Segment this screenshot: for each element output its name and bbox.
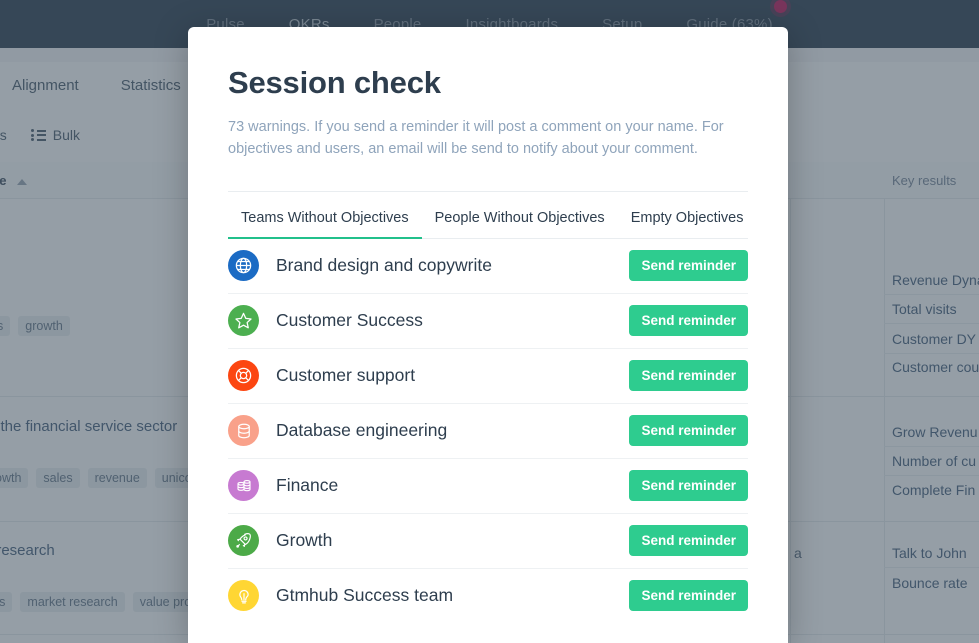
send-reminder-button[interactable]: Send reminder — [629, 415, 748, 446]
session-check-modal: Session check 73 warnings. If you send a… — [188, 27, 788, 643]
life-ring-icon — [228, 360, 259, 391]
team-name: Customer Success — [276, 310, 423, 330]
list-item: Growth Send reminder — [228, 514, 748, 569]
tab-empty-objectives[interactable]: Empty Objectives — [618, 192, 757, 238]
team-name: Growth — [276, 530, 333, 550]
list-item: Gtmhub Success team Send reminder — [228, 569, 748, 623]
team-name: Gtmhub Success team — [276, 585, 454, 605]
rocket-icon — [228, 525, 259, 556]
team-name: Finance — [276, 475, 339, 495]
list-item: Customer support Send reminder — [228, 349, 748, 404]
list-item: Customer Success Send reminder — [228, 294, 748, 349]
teams-list: Brand design and copywrite Send reminder… — [228, 239, 748, 623]
list-item: Database engineering Send reminder — [228, 404, 748, 459]
team-name: Brand design and copywrite — [276, 255, 492, 275]
send-reminder-button[interactable]: Send reminder — [629, 525, 748, 556]
team-name: Database engineering — [276, 420, 448, 440]
modal-title: Session check — [228, 65, 441, 100]
send-reminder-button[interactable]: Send reminder — [629, 250, 748, 281]
modal-tabs: Teams Without Objectives People Without … — [228, 192, 748, 239]
list-item: Finance Send reminder — [228, 459, 748, 514]
star-icon — [228, 305, 259, 336]
tab-teams-without-objectives[interactable]: Teams Without Objectives — [228, 192, 422, 239]
send-reminder-button[interactable]: Send reminder — [629, 470, 748, 501]
globe-icon — [228, 250, 259, 281]
list-item: Brand design and copywrite Send reminder — [228, 239, 748, 294]
team-name: Customer support — [276, 365, 416, 385]
database-icon — [228, 415, 259, 446]
modal-description: 73 warnings. If you send a reminder it w… — [228, 119, 724, 157]
send-reminder-button[interactable]: Send reminder — [629, 580, 748, 611]
lightbulb-icon — [228, 580, 259, 611]
send-reminder-button[interactable]: Send reminder — [629, 360, 748, 391]
money-stack-icon — [228, 470, 259, 501]
tab-people-without-objectives[interactable]: People Without Objectives — [422, 192, 618, 238]
send-reminder-button[interactable]: Send reminder — [629, 305, 748, 336]
